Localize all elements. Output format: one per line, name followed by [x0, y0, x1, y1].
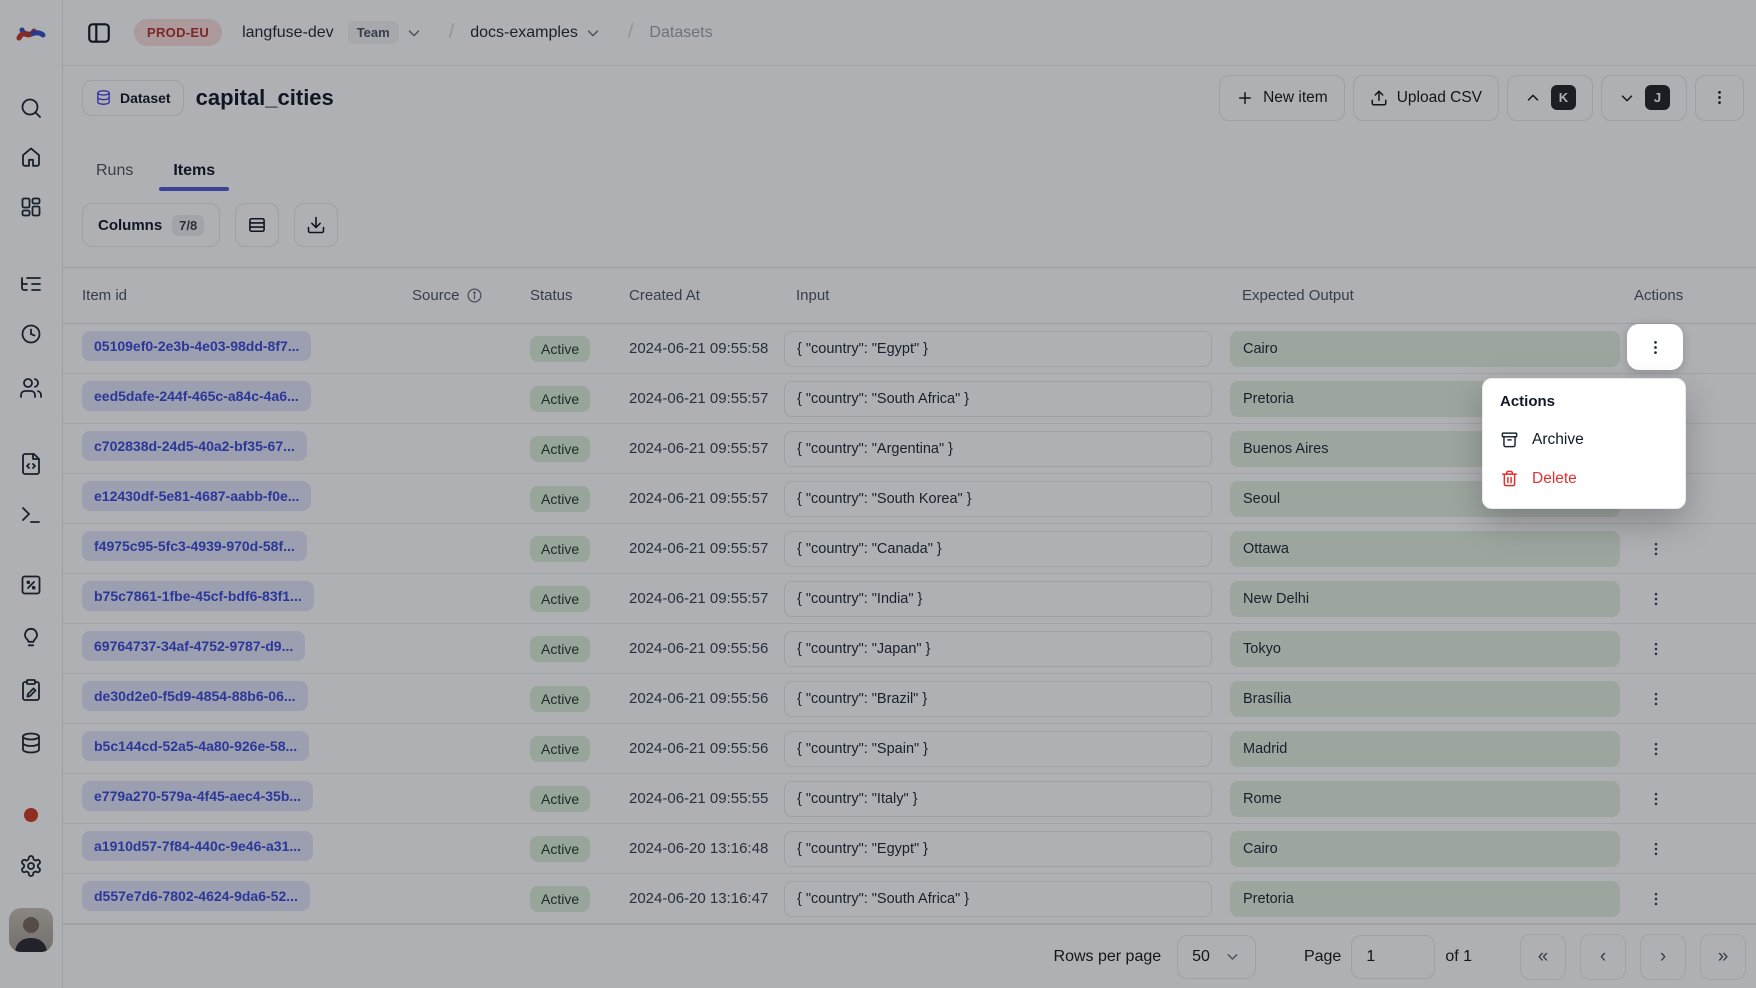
menu-item-delete[interactable]: Delete	[1483, 459, 1685, 498]
menu-title: Actions	[1483, 391, 1685, 420]
open-row-actions-button[interactable]	[1627, 324, 1683, 370]
menu-item-archive[interactable]: Archive	[1483, 420, 1685, 459]
kebab-menu-icon	[1646, 338, 1665, 357]
row-actions-menu: Actions Archive Delete	[1482, 378, 1686, 509]
archive-icon	[1500, 430, 1519, 449]
langfuse-dataset-items-page: PROD-EU langfuse-dev Team / docs-example…	[0, 0, 1756, 988]
trash-icon	[1500, 469, 1519, 488]
